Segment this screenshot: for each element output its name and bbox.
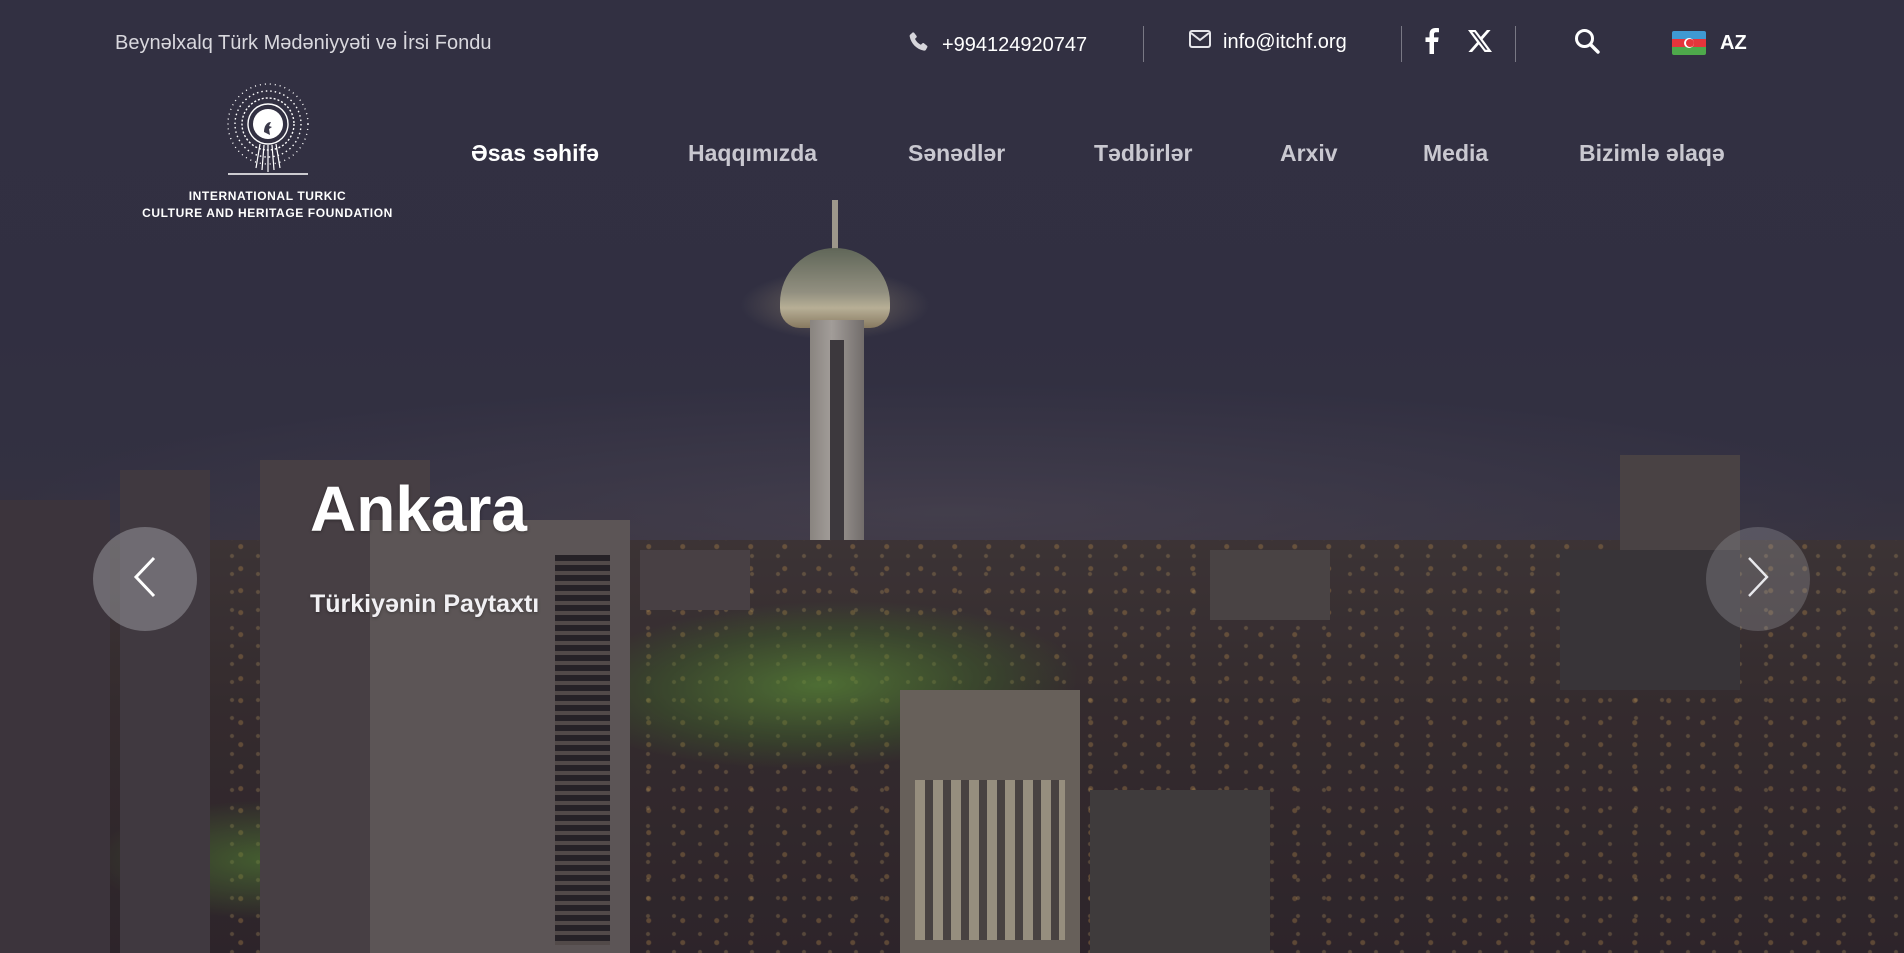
nav-item-media[interactable]: Media bbox=[1423, 140, 1488, 167]
nav-item-events[interactable]: Tədbirlər bbox=[1094, 140, 1192, 167]
email-address: info@itchf.org bbox=[1223, 30, 1347, 53]
search-button[interactable] bbox=[1572, 28, 1602, 58]
facebook-link[interactable] bbox=[1418, 27, 1446, 59]
mail-icon bbox=[1189, 30, 1211, 54]
slide-subtitle: Türkiyənin Paytaxtı bbox=[310, 590, 540, 618]
carousel-prev-button[interactable] bbox=[93, 527, 197, 631]
organization-name: Beynəlxalq Türk Mədəniyyəti və İrsi Fond… bbox=[115, 32, 492, 54]
logo-text-line2: CULTURE AND HERITAGE FOUNDATION bbox=[142, 206, 393, 220]
divider bbox=[1143, 26, 1144, 62]
carousel-next-button[interactable] bbox=[1706, 527, 1810, 631]
azerbaijan-flag-icon bbox=[1672, 31, 1706, 55]
chevron-left-icon bbox=[133, 555, 157, 604]
logo-text-line1: INTERNATIONAL TURKIC bbox=[188, 189, 347, 203]
divider bbox=[1401, 26, 1402, 62]
facebook-icon bbox=[1425, 27, 1439, 59]
search-icon bbox=[1574, 28, 1600, 59]
phone-link[interactable]: +994124920747 bbox=[906, 30, 1087, 60]
main-navigation: Əsas səhifə Haqqımızda Sənədlər Tədbirlə… bbox=[0, 140, 1904, 176]
nav-item-home[interactable]: Əsas səhifə bbox=[471, 140, 599, 167]
nav-item-documents[interactable]: Sənədlər bbox=[908, 140, 1005, 167]
nav-item-about[interactable]: Haqqımızda bbox=[688, 140, 817, 167]
divider bbox=[1515, 26, 1516, 62]
logo-text: INTERNATIONAL TURKIC CULTURE AND HERITAG… bbox=[142, 188, 393, 222]
slide-title: Ankara bbox=[310, 473, 527, 545]
phone-icon bbox=[906, 30, 930, 60]
chevron-right-icon bbox=[1746, 555, 1770, 604]
phone-number: +994124920747 bbox=[942, 33, 1088, 56]
nav-item-archive[interactable]: Arxiv bbox=[1280, 140, 1338, 167]
language-selector[interactable]: AZ bbox=[1672, 31, 1747, 55]
x-twitter-icon bbox=[1468, 29, 1492, 57]
x-twitter-link[interactable] bbox=[1466, 28, 1494, 58]
language-code: AZ bbox=[1720, 31, 1747, 54]
nav-item-contact[interactable]: Bizimlə əlaqə bbox=[1579, 140, 1725, 167]
email-link[interactable]: info@itchf.org bbox=[1189, 30, 1347, 54]
top-bar: Beynəlxalq Türk Mədəniyyəti və İrsi Fond… bbox=[0, 0, 1904, 88]
